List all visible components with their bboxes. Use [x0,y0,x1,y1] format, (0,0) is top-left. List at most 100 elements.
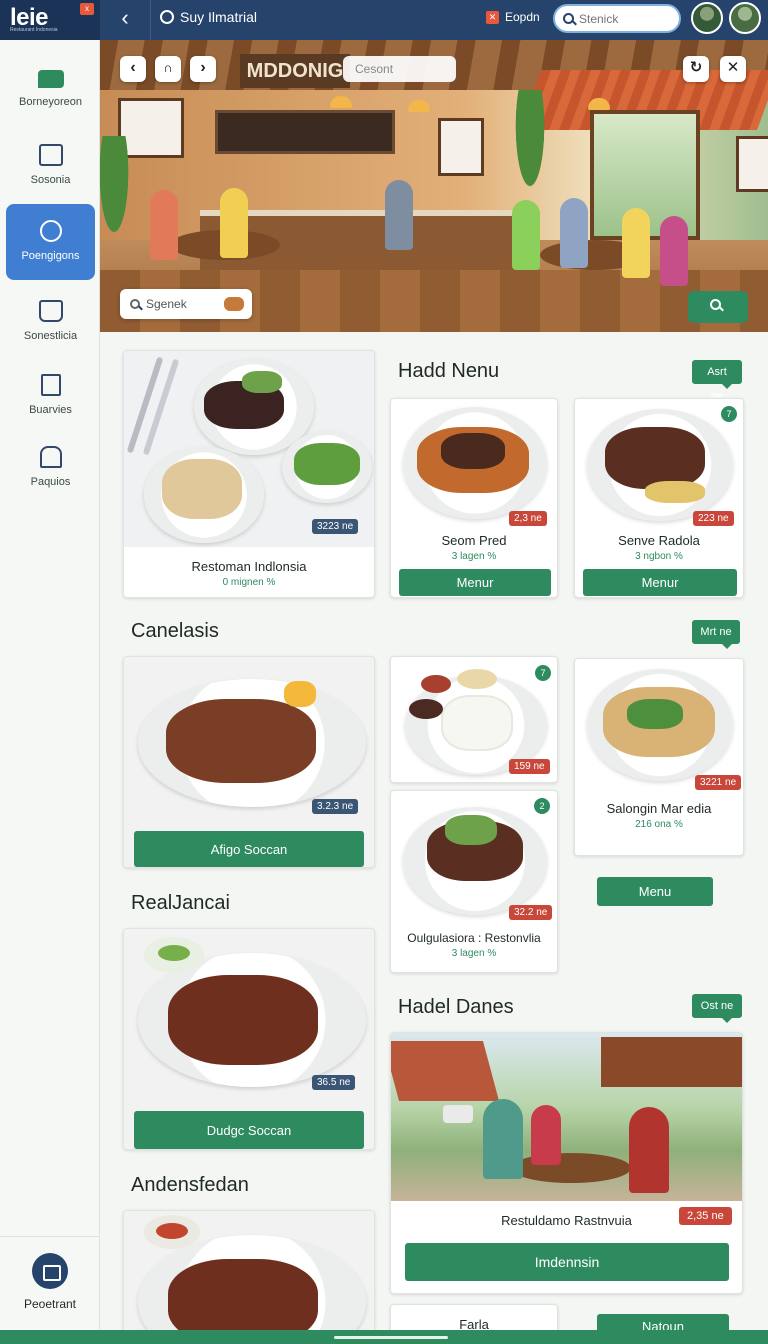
outdoor-restaurant-card[interactable]: Restuldamo Rastnvuia 2,35 ne Imdennsin [390,1032,743,1294]
sidebar-item-sosonia[interactable]: Sosonia [6,128,95,200]
clock-icon [39,220,62,242]
search-icon [130,299,140,309]
promo-link[interactable]: ✕ Eopdn [486,10,540,24]
sidebar-item-poengigons[interactable]: Poengigons [6,204,95,280]
section-pill-button[interactable]: Asrt ne [692,360,742,402]
card-subtitle: 3 lagen % [451,551,497,562]
section-title: Canelasis [131,620,219,642]
card-title: Oulgulasiora : Restonvlia [407,931,541,945]
outdoor-button[interactable]: Imdennsin [405,1243,729,1281]
card-title: Restoman Indlonsia [191,559,307,574]
avatar[interactable] [691,2,723,34]
card-subtitle: 3 lagen % [451,948,497,959]
price-tag: 2,3 ne [509,511,547,526]
promo-label: Eopdn [505,10,540,24]
card-title: Senve Radola [618,533,700,548]
page-title: Suy Ilmatrial [160,9,257,25]
search-icon [563,13,574,24]
section-pill-button[interactable]: Ost ne [692,994,742,1023]
sidebar-item-label: Poengigons [21,250,80,262]
hero-search-button[interactable] [688,291,748,323]
dish-card[interactable]: 3221 ne Salongin Mar edia 216 ona % [574,658,744,856]
document-icon [40,374,61,396]
price-tag: 3221 ne [695,775,742,790]
count-badge: 2 [534,798,550,814]
menu-button[interactable]: Menu [597,877,713,906]
notepad-icon [38,300,63,322]
sidebar-item-label: Buarvies [29,404,72,416]
sidebar-bottom-button[interactable]: Peoetrant [0,1236,100,1330]
hero-search-input[interactable]: Sgenek [120,289,252,319]
card-title: Seom Pred [441,533,507,548]
price-tag: 159 ne [509,759,550,774]
calendar-icon [38,144,63,166]
sidebar-item-borneyoreon[interactable]: Borneyoreon [6,54,95,126]
back-chevron-icon[interactable]: ‹ [112,6,138,32]
menu-board [215,110,395,154]
price-tag: 32.2 ne [509,905,553,920]
menu-button[interactable]: Menur [399,569,551,596]
sidebar-item-buarvies[interactable]: Buarvies [6,358,95,430]
search-input[interactable] [579,11,669,26]
sidebar-item-label: Borneyoreon [19,96,82,108]
sidebar: Borneyoreon Sosonia Poengigons Sonestlic… [0,40,100,1330]
price-tag: 223 ne [693,511,734,526]
dish-card[interactable]: 36.5 ne Dudgc Soccan [123,928,375,1150]
refresh-icon[interactable]: ↻ [683,56,709,82]
avatar-secondary[interactable] [729,2,761,34]
count-badge: 7 [535,665,551,681]
menu-button[interactable]: Menur [583,569,737,596]
food-icon [224,297,244,311]
search-icon [710,299,721,310]
section-title: RealJancai [131,892,230,914]
menu-card[interactable]: 7 223 ne Senve Radola 3 ngbon % Menur [574,398,744,598]
card-subtitle: 216 ona % [635,819,683,830]
page-title-text: Suy Ilmatrial [180,9,258,25]
dish-card[interactable]: 2 32.2 ne Oulgulasiora : Restonvlia 3 la… [390,790,558,973]
price-tag: 3.2.3 ne [312,799,359,814]
sidebar-item-sonestlicia[interactable]: Sonestlicia [6,284,95,356]
feature-card[interactable]: 3223 ne Restoman Indlonsia 0 mignen % [123,350,375,598]
card-title: Salongin Mar edia [606,801,712,816]
hero-tag-field[interactable]: Cesont [343,56,456,82]
hero-prev-button[interactable]: ‹ [120,56,146,82]
price-tag: 3223 ne [312,519,359,534]
chat-icon [37,70,64,88]
price-tag: 36.5 ne [312,1075,356,1090]
dish-card[interactable] [123,1210,375,1344]
flag-icon: ✕ [486,10,499,24]
house-icon [39,446,62,468]
logo-subtitle: Restaurant Indonesia [10,27,58,33]
home-indicator-bar [0,1330,768,1344]
restaurant-sign: MDDONIG [240,54,350,88]
sidebar-item-label: Sosonia [30,174,71,186]
sidebar-item-label: Paquios [30,476,71,488]
dish-card[interactable]: 7 159 ne [390,656,558,783]
card-subtitle: 0 mignen % [222,577,276,588]
top-search-bar[interactable] [553,4,681,33]
section-title: Andensfedan [131,1174,249,1196]
dish-button[interactable]: Dudgc Soccan [134,1111,364,1149]
bookmark-icon[interactable]: ∩ [155,56,181,82]
section-pill-button[interactable]: Mrt ne [692,620,740,649]
refresh-icon [160,10,174,24]
logo-badge: x [80,3,94,15]
sidebar-bottom-label: Peoetrant [23,1297,77,1311]
dish-card[interactable]: 3.2.3 ne Afigo Soccan [123,656,375,868]
close-icon[interactable]: ✕ [720,56,746,82]
app-logo[interactable]: leie Restaurant Indonesia x [0,0,100,40]
hero-next-button[interactable]: › [190,56,216,82]
top-bar: leie Restaurant Indonesia x ‹ Suy Ilmatr… [0,0,768,40]
card-subtitle: 3 ngbon % [635,551,683,562]
count-badge: 7 [721,406,737,422]
hero-search-placeholder: Sgenek [146,297,187,311]
dish-button[interactable]: Afigo Soccan [134,831,364,867]
section-title: Hadel Danes [398,996,514,1018]
bag-icon [32,1253,68,1289]
section-title: Hadd Nenu [398,360,500,382]
menu-card[interactable]: 2,3 ne Seom Pred 3 lagen % Menur [390,398,558,598]
sidebar-item-paquios[interactable]: Paquios [6,430,95,502]
sidebar-item-label: Sonestlicia [23,330,78,342]
divider [150,0,151,40]
price-tag: 2,35 ne [679,1207,732,1225]
